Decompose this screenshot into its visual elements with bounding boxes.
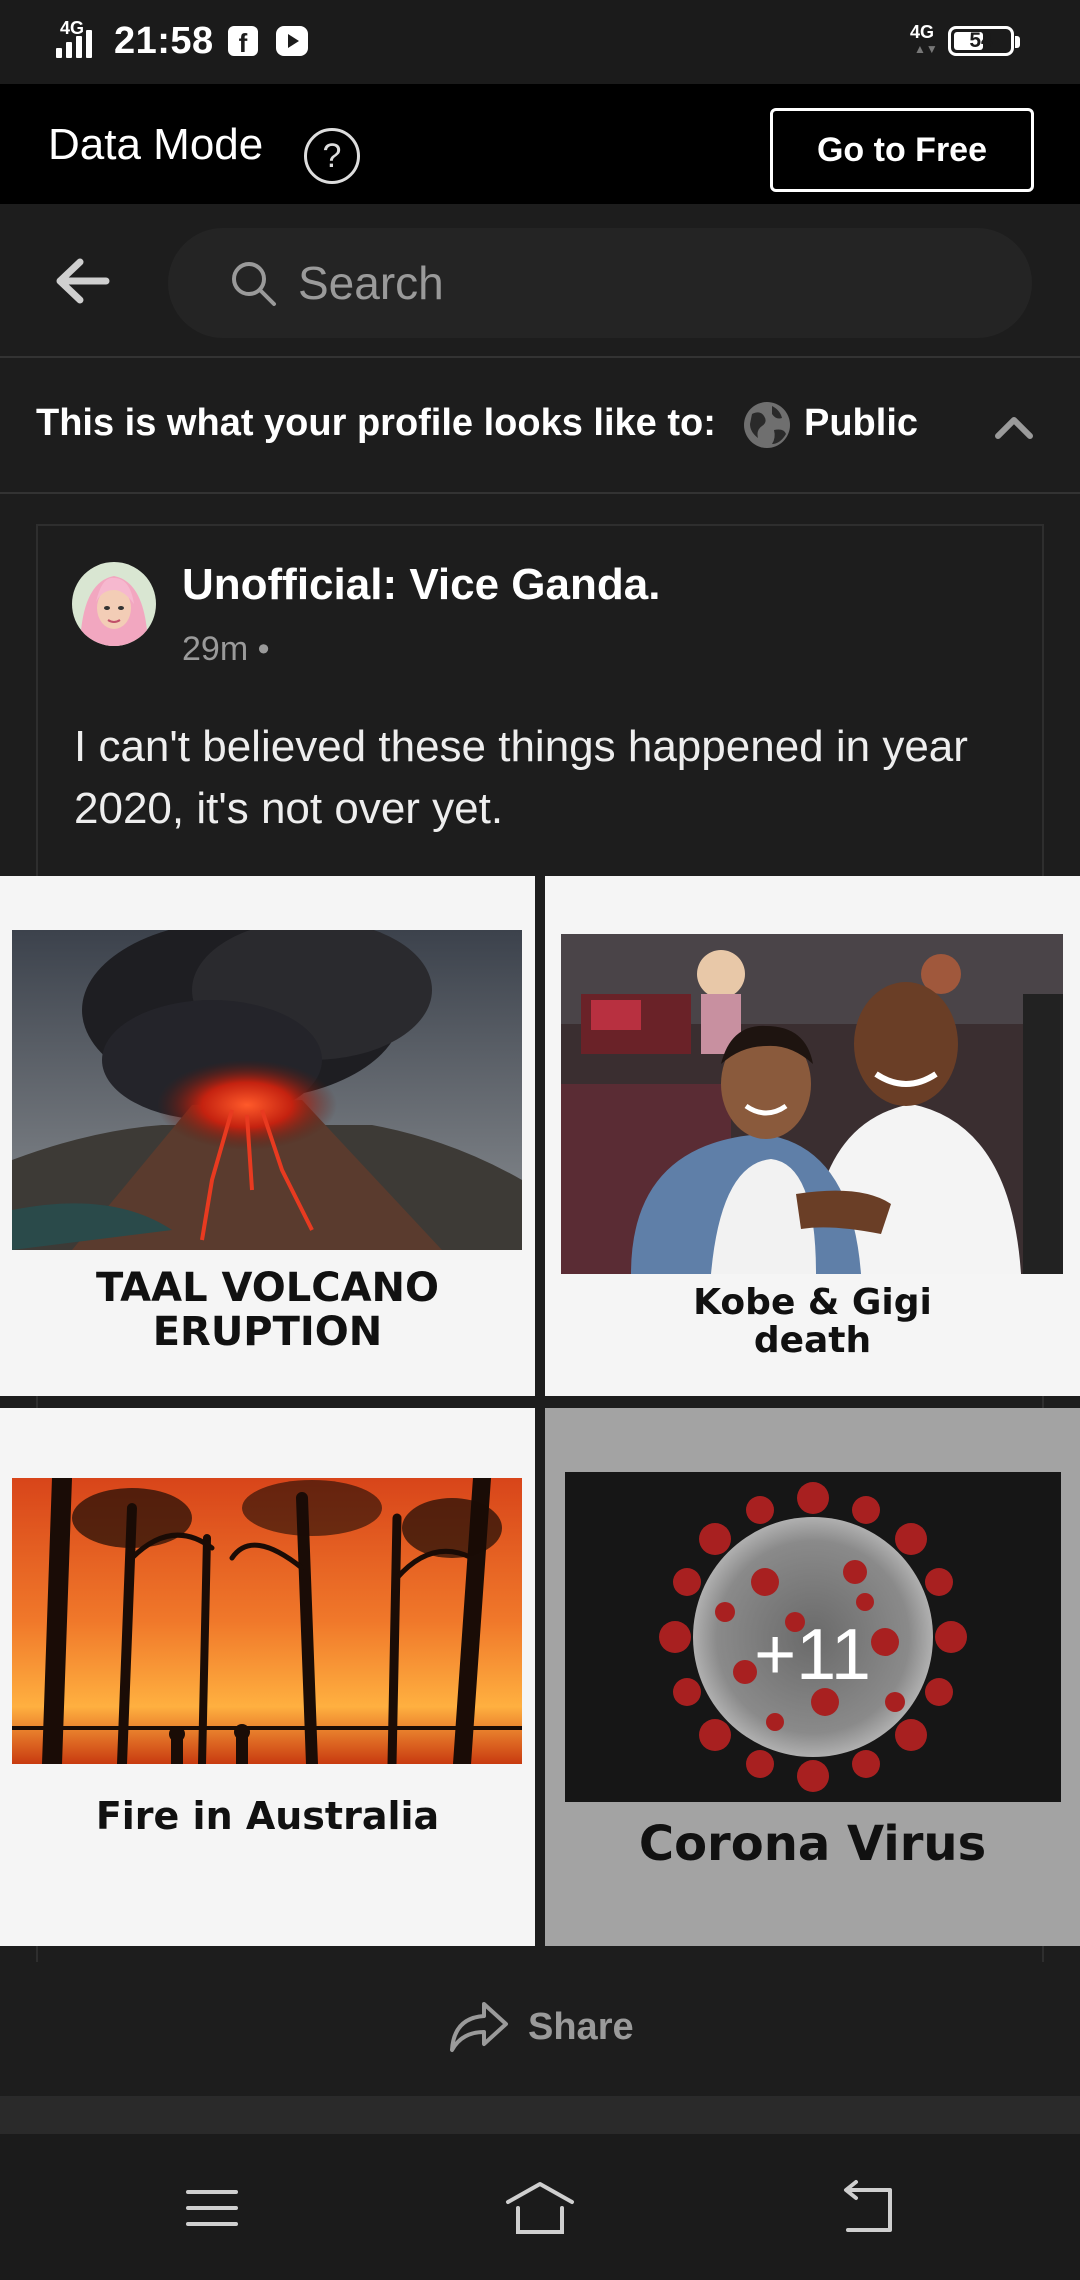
privacy-audience: Public [804, 402, 919, 444]
caption-corona-virus: Corona Virus [638, 1816, 987, 1872]
facebook-icon: f [228, 26, 258, 58]
fire-image [12, 1478, 522, 1764]
post-author[interactable]: Unofficial: Vice Ganda. [182, 560, 660, 610]
search-bar [0, 204, 1080, 358]
back-icon[interactable] [828, 2178, 908, 2238]
caption-fire-australia: Fire in Australia [95, 1794, 440, 1838]
chevron-up-icon[interactable] [994, 408, 1034, 444]
globe-icon [744, 402, 790, 448]
image-grid: TAAL VOLCANO ERUPTION Kobe & Gigi death … [0, 876, 1080, 1946]
data-mode-bar: Data Mode ? Go to Free [0, 84, 1080, 204]
photo-fire-australia[interactable]: Fire in Australia [0, 1408, 535, 1946]
caption-kobe-gigi: Kobe & Gigi death [693, 1282, 932, 1361]
clock: 21:58 [114, 20, 214, 62]
volcano-image [12, 930, 522, 1250]
navigation-bar [0, 2134, 1080, 2280]
post-time[interactable]: 29m • [182, 630, 270, 669]
share-label: Share [528, 2006, 634, 2048]
battery-level: 54 [969, 29, 993, 52]
data-mode-title: Data Mode [48, 120, 264, 169]
home-icon[interactable] [500, 2178, 580, 2238]
youtube-icon [276, 26, 308, 56]
search-icon [232, 262, 276, 306]
search-box[interactable] [168, 228, 1032, 338]
caption-taal-volcano: TAAL VOLCANO ERUPTION [95, 1265, 440, 1355]
mobile-data-icon: 4G ▲▼ [910, 22, 938, 56]
post-text: I can't believed these things happened i… [74, 722, 968, 833]
menu-icon[interactable] [172, 2178, 252, 2238]
post-actions: Share [0, 1962, 1080, 2096]
search-input[interactable] [298, 246, 978, 320]
go-to-free-button[interactable]: Go to Free [770, 108, 1034, 192]
battery-icon: 54 [948, 26, 1020, 56]
more-photos-count[interactable]: +11 [545, 1614, 1080, 1696]
help-icon[interactable]: ? [304, 128, 360, 184]
avatar[interactable] [72, 562, 156, 646]
kobe-gigi-image [561, 934, 1063, 1274]
photo-taal-volcano[interactable]: TAAL VOLCANO ERUPTION [0, 876, 535, 1396]
back-arrow-icon[interactable] [54, 256, 110, 306]
share-icon [450, 2002, 508, 2052]
share-button[interactable]: Share [448, 1992, 648, 2062]
signal-icon: 4G [56, 18, 104, 62]
status-bar: 4G 21:58 f 4G ▲▼ 54 [0, 0, 1080, 84]
mobile-data-label: 4G [910, 22, 935, 42]
privacy-text: This is what your profile looks like to: [36, 402, 716, 444]
divider [0, 2096, 1080, 2134]
photo-corona-virus[interactable]: +11 Corona Virus [545, 1408, 1080, 1946]
photo-kobe-gigi[interactable]: Kobe & Gigi death [545, 876, 1080, 1396]
privacy-bar[interactable]: This is what your profile looks like to:… [0, 358, 1080, 494]
